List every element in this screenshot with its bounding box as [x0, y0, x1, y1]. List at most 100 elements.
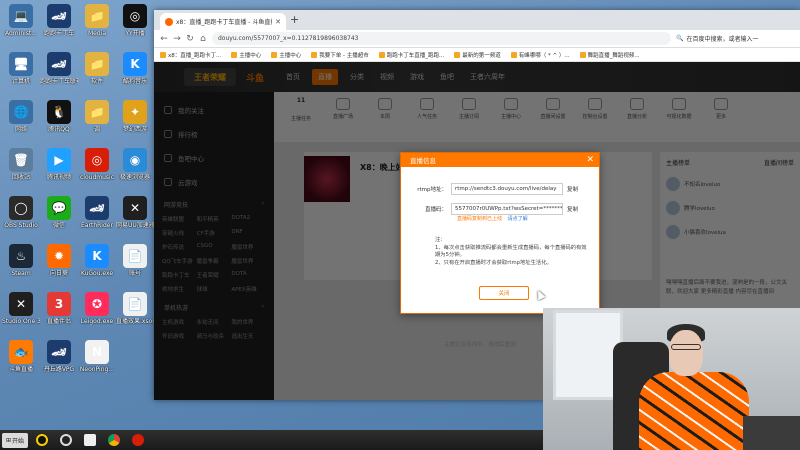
learn-more-link[interactable]: 请点了解	[508, 216, 528, 222]
taskbar-studio-one-icon[interactable]	[80, 432, 100, 449]
bookmark-item[interactable]: 主播中心	[271, 51, 301, 59]
sidebar-game-link[interactable]: DNF	[231, 229, 266, 237]
category-item[interactable]: 主播订阅	[452, 98, 486, 142]
sidebar-item[interactable]: 排行榜	[154, 122, 274, 146]
bookmark-item[interactable]: 主播中心	[231, 51, 261, 59]
back-icon[interactable]: ←	[160, 34, 168, 44]
sidebar-game-link[interactable]: 球球	[197, 285, 232, 293]
sidebar-game-link[interactable]: 英雄联盟	[162, 215, 197, 223]
site-nav-item[interactable]: 王者六周年	[466, 72, 509, 82]
category-item[interactable]: 直播分析	[620, 98, 654, 142]
sidebar-game-link[interactable]: 跑跑卡丁车	[162, 271, 197, 279]
dialog-close-button[interactable]: 关闭	[479, 286, 529, 300]
sidebar-game-link[interactable]: 主机游戏	[162, 318, 197, 326]
sidebar-game-link[interactable]: 炉石传说	[162, 243, 197, 251]
close-tab-icon[interactable]: ✕	[275, 18, 281, 26]
taskbar-obs-icon[interactable]	[56, 432, 76, 449]
search-field[interactable]: 🔍 在百度中搜索，或者输入一	[676, 32, 794, 45]
desktop-shortcut[interactable]: K KuGou.exe	[78, 244, 116, 277]
site-nav-item[interactable]: 首页	[282, 72, 304, 82]
site-nav-item[interactable]: 鱼吧	[436, 72, 458, 82]
taskbar-chrome-icon[interactable]	[104, 432, 124, 449]
desktop-shortcut[interactable]: ✹ 向日葵	[40, 244, 78, 277]
sidebar-game-link[interactable]: 永劫无间	[197, 318, 232, 326]
desktop-shortcut[interactable]: N NeonPing...	[78, 340, 116, 373]
start-button[interactable]: ⊞ 开始	[2, 432, 28, 448]
taskbar-netease-music-icon[interactable]	[128, 432, 148, 449]
desktop-shortcut[interactable]: 🐟 斗鱼直播	[2, 340, 40, 373]
sidebar-item[interactable]: 云游戏	[154, 170, 274, 194]
new-tab-icon[interactable]: +	[290, 13, 299, 26]
sidebar-game-link[interactable]: APEX英雄	[231, 285, 266, 293]
site-nav-item[interactable]: 直播	[312, 69, 338, 85]
bookmark-item[interactable]: 有峰哪哪（ * ^ ）...	[510, 51, 570, 59]
category-item[interactable]: 主播中心	[494, 98, 528, 142]
bookmark-item[interactable]: 我要下单 - 主播超市	[311, 51, 369, 59]
sidebar-game-link[interactable]: 我的世界	[231, 318, 266, 326]
desktop-shortcut[interactable]: 🖥 计算机	[2, 52, 40, 85]
desktop-shortcut[interactable]: 🏎 EarthRider	[78, 196, 116, 229]
sidebar-item[interactable]: 鱼吧中心	[154, 146, 274, 170]
desktop-shortcut[interactable]: ◎ YY开播	[116, 4, 154, 37]
chat-user-row[interactable]: 腾学loveluo	[666, 201, 794, 215]
sidebar-game-link[interactable]: DOTA2	[231, 215, 266, 223]
sidebar-game-link[interactable]: 逃出生天	[231, 332, 266, 340]
bookmark-item[interactable]: 最新的第一频道	[454, 51, 501, 59]
chat-user-row[interactable]: 小猫喜欢lovelua	[666, 225, 794, 239]
sidebar-game-link[interactable]: 魔兽争霸	[197, 257, 232, 265]
desktop-shortcut[interactable]: K 酷狗音乐	[116, 52, 154, 85]
desktop-shortcut[interactable]: ▶ 腾讯视频	[40, 148, 78, 181]
desktop-shortcut[interactable]: ✦ 梦幻西游	[116, 100, 154, 133]
desktop-shortcut[interactable]: 🐧 腾讯QQ	[40, 100, 78, 133]
category-item[interactable]: 11 主播任务	[284, 98, 318, 142]
desktop-shortcut[interactable]: 📄 账号	[116, 244, 154, 277]
sidebar-game-link[interactable]: 绝地求生	[162, 285, 197, 293]
desktop-shortcut[interactable]: ✕ Studio One 3	[2, 292, 40, 325]
sidebar-game-link[interactable]: CF手游	[197, 229, 232, 237]
sidebar-game-link[interactable]: 王者荣耀	[197, 271, 232, 279]
sidebar-game-link[interactable]: 穿越火线	[162, 229, 197, 237]
rtmp-field[interactable]: rtmp://sendtc3.douyu.com/live/delay	[451, 183, 563, 195]
copy-code-button[interactable]: 复制	[567, 205, 578, 213]
chat-user-row[interactable]: 不知名loveluo	[666, 177, 794, 191]
taskbar-yy-icon[interactable]	[32, 432, 52, 449]
copy-rtmp-button[interactable]: 复制	[567, 185, 578, 193]
desktop-shortcut[interactable]: 🏎 跑跑卡丁车联赛版	[40, 52, 78, 85]
category-item[interactable]: 本周	[368, 98, 402, 142]
desktop-shortcut[interactable]: 📁 Media	[78, 4, 116, 37]
desktop-shortcut[interactable]: 📄 直播效果.xsong	[116, 292, 154, 325]
chevron-icon[interactable]: ›	[262, 303, 264, 312]
reload-icon[interactable]: ↻	[186, 34, 194, 44]
bookmark-item[interactable]: x8：直播_跑跑卡丁...	[160, 51, 221, 59]
category-item[interactable]: 直播间设置	[536, 98, 570, 142]
douyu-logo[interactable]: 斗鱼	[246, 69, 272, 85]
forward-icon[interactable]: →	[173, 34, 181, 44]
bookmark-item[interactable]: 舞蹈直播_舞蹈视频...	[579, 51, 640, 59]
desktop-shortcut[interactable]: 🏎 丹丘路VPG	[40, 340, 78, 373]
home-icon[interactable]: ⌂	[199, 34, 207, 44]
category-item[interactable]: 控制台设置	[578, 98, 612, 142]
sidebar-game-link[interactable]: 骑马与砍杀	[197, 332, 232, 340]
desktop-shortcut[interactable]: ✕ 网易UU加速器	[116, 196, 154, 229]
desktop-shortcut[interactable]: ◉ 极速浏览器	[116, 148, 154, 181]
site-nav-item[interactable]: 游戏	[406, 72, 428, 82]
sidebar-game-link[interactable]: 魔兽世界	[231, 243, 266, 251]
chat-header-label[interactable]: 主播榜单	[666, 158, 690, 167]
desktop-shortcut[interactable]: 🌐 网络	[2, 100, 40, 133]
category-item[interactable]: 更多	[704, 98, 738, 142]
close-icon[interactable]: ✕	[586, 155, 594, 165]
chat-tab-label[interactable]: 直播间榜单	[764, 158, 794, 167]
sidebar-item[interactable]: 我的关注	[154, 98, 274, 122]
desktop-shortcut[interactable]: 💬 微信	[40, 196, 78, 229]
desktop-shortcut[interactable]: 📁 软件	[78, 52, 116, 85]
sidebar-game-link[interactable]: CSGO	[197, 243, 232, 251]
desktop-shortcut[interactable]: 📁 调	[78, 100, 116, 133]
category-item[interactable]: 可视化数据	[662, 98, 696, 142]
desktop-shortcut[interactable]: ◎ cloudmusic	[78, 148, 116, 181]
sidebar-game-link[interactable]: QQ飞车手游	[162, 257, 197, 265]
sidebar-game-link[interactable]: 魔兽世界	[231, 257, 266, 265]
desktop-shortcut[interactable]: ✪ Leigod.exe	[78, 292, 116, 325]
desktop-shortcut[interactable]: ◯ OBS Studio	[2, 196, 40, 229]
sidebar-game-link[interactable]: 怀旧游戏	[162, 332, 197, 340]
sidebar-game-link[interactable]: DOTA	[231, 271, 266, 279]
